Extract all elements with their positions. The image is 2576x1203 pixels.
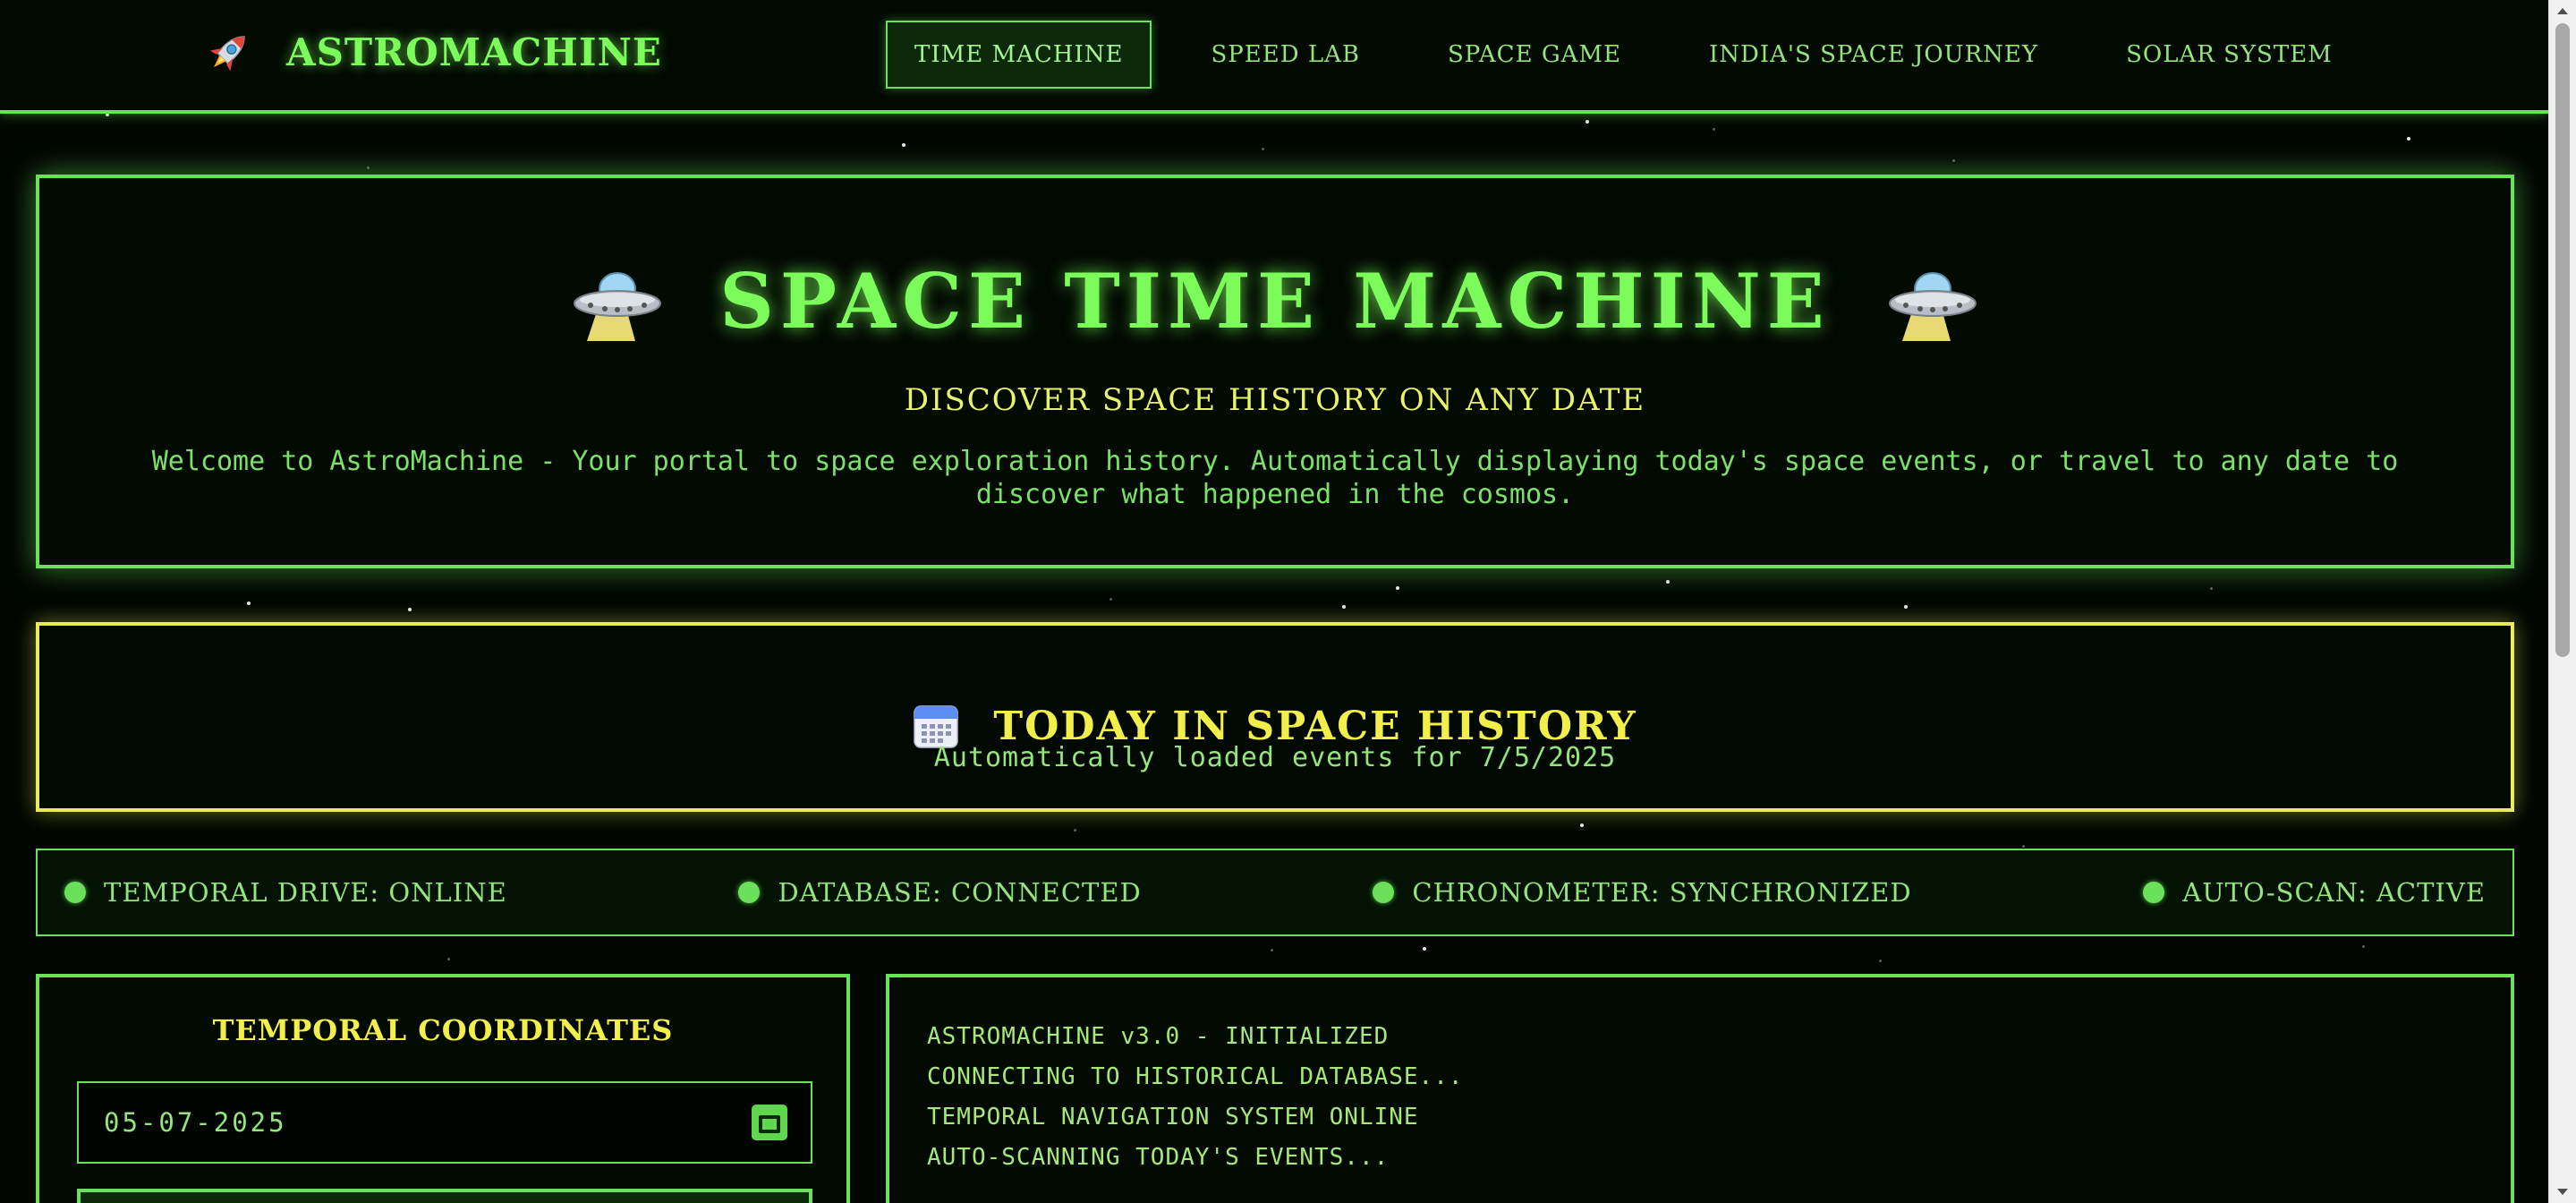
console-output: ASTROMACHINE v3.0 - INITIALIZED CONNECTI…	[927, 1017, 1464, 1178]
nav-item-time-machine[interactable]: TIME MACHINE	[886, 21, 1152, 89]
status-chronometer: CHRONOMETER: SYNCHRONIZED	[1373, 877, 1911, 908]
system-status-bar: TEMPORAL DRIVE: ONLINE DATABASE: CONNECT…	[36, 849, 2514, 936]
nav-item-solar-system[interactable]: SOLAR SYSTEM	[2097, 21, 2361, 89]
status-label: DATABASE: CONNECTED	[778, 877, 1142, 908]
console-line: CONNECTING TO HISTORICAL DATABASE...	[927, 1063, 1464, 1090]
status-database: DATABASE: CONNECTED	[738, 877, 1141, 908]
hero-subtitle: DISCOVER SPACE HISTORY ON ANY DATE	[904, 382, 1646, 418]
ufo-icon	[574, 271, 662, 341]
calendar-picker-icon[interactable]	[752, 1105, 787, 1140]
nav-item-indias-space-journey[interactable]: INDIA'S SPACE JOURNEY	[1680, 21, 2067, 89]
status-label: AUTO-SCAN: ACTIVE	[2182, 877, 2486, 908]
travel-button[interactable]	[77, 1189, 812, 1203]
top-navbar: ASTROMACHINE TIME MACHINE SPEED LAB SPAC…	[0, 0, 2548, 114]
status-indicator-dot	[1373, 882, 1395, 903]
status-label: TEMPORAL DRIVE: ONLINE	[104, 877, 507, 908]
date-input[interactable]: 05-07-2025	[77, 1081, 812, 1164]
today-panel: TODAY IN SPACE HISTORY Automatically loa…	[36, 622, 2514, 812]
scrollbar-thumb[interactable]	[2555, 23, 2570, 657]
nav-item-space-game[interactable]: SPACE GAME	[1419, 21, 1650, 89]
status-label: CHRONOMETER: SYNCHRONIZED	[1412, 877, 1912, 908]
ufo-icon	[1888, 271, 1977, 341]
hero-title-row: SPACE TIME MACHINE	[39, 257, 2511, 346]
coordinates-title: TEMPORAL COORDINATES	[212, 1013, 674, 1047]
status-indicator-dot	[738, 882, 761, 903]
scroll-down-arrow-icon[interactable]	[2549, 1182, 2576, 1203]
date-input-value: 05-07-2025	[104, 1107, 287, 1138]
status-indicator-dot	[2143, 882, 2165, 903]
console-line: TEMPORAL NAVIGATION SYSTEM ONLINE	[927, 1104, 1419, 1130]
today-subtitle: Automatically loaded events for 7/5/2025	[933, 742, 1617, 773]
hero-description: Welcome to AstroMachine - Your portal to…	[151, 446, 2399, 510]
status-indicator-dot	[64, 882, 86, 903]
brand-name: ASTROMACHINE	[286, 30, 662, 74]
temporal-coordinates-panel: TEMPORAL COORDINATES 05-07-2025	[36, 974, 850, 1203]
nav-item-speed-lab[interactable]: SPEED LAB	[1182, 21, 1389, 89]
page-title: SPACE TIME MACHINE	[719, 257, 1831, 346]
status-auto-scan: AUTO-SCAN: ACTIVE	[2143, 877, 2486, 908]
page-scrollbar[interactable]	[2548, 0, 2576, 1203]
brand-logo[interactable]: ASTROMACHINE	[204, 27, 662, 77]
console-line: ASTROMACHINE v3.0 - INITIALIZED	[927, 1023, 1390, 1050]
scroll-up-arrow-icon[interactable]	[2549, 0, 2576, 21]
main-nav: TIME MACHINE SPEED LAB SPACE GAME INDIA'…	[886, 21, 2392, 89]
status-temporal-drive: TEMPORAL DRIVE: ONLINE	[64, 877, 507, 908]
console-line: AUTO-SCANNING TODAY'S EVENTS...	[927, 1144, 1390, 1171]
hero-panel: SPACE TIME MACHINE DISCOVER SPACE HISTOR…	[36, 175, 2514, 568]
app-root: ASTROMACHINE TIME MACHINE SPEED LAB SPAC…	[0, 0, 2576, 1203]
rocket-icon	[204, 27, 254, 77]
terminal-console: ASTROMACHINE v3.0 - INITIALIZED CONNECTI…	[886, 974, 2514, 1203]
